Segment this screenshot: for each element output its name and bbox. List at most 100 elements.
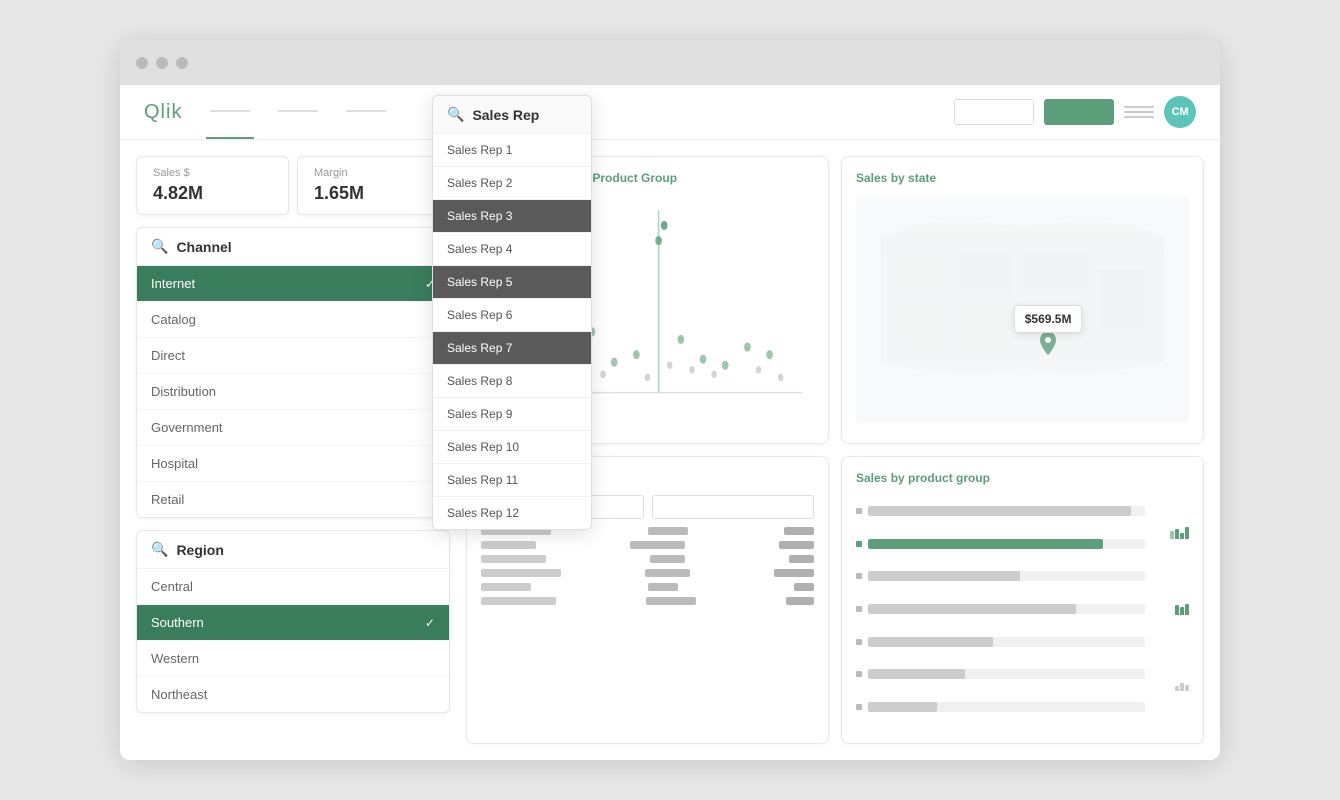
product-area (856, 495, 1189, 723)
region-item-southern[interactable]: Southern ✓ (137, 605, 449, 641)
cust-val-2 (630, 541, 685, 549)
nav-menu-lines (1124, 106, 1154, 118)
channel-item-direct-label: Direct (151, 348, 185, 363)
channel-item-internet[interactable]: Internet ✓ (137, 266, 449, 302)
product-dot-6 (856, 671, 862, 677)
channel-item-catalog-label: Catalog (151, 312, 196, 327)
salesrep-item-9[interactable]: Sales Rep 9 (433, 398, 591, 431)
mini-bars (1149, 495, 1189, 723)
salesrep-item-1[interactable]: Sales Rep 1 (433, 140, 591, 167)
region-item-western[interactable]: Western (137, 641, 449, 677)
cust-name-6 (481, 597, 556, 605)
margin-value: 1.65M (314, 183, 433, 204)
map-chart-card: Sales by state (841, 156, 1204, 444)
map-area: $569.5M (856, 195, 1189, 423)
cust-val2-3 (789, 555, 814, 563)
salesrep-item-4[interactable]: Sales Rep 4 (433, 233, 591, 266)
cust-val-6 (646, 597, 696, 605)
region-item-central-label: Central (151, 579, 193, 594)
product-bar-row-6 (856, 669, 1145, 679)
mini-b-1b (1175, 529, 1179, 539)
channel-item-retail-label: Retail (151, 492, 184, 507)
product-fill-1 (868, 506, 1131, 516)
nav-right: CM (954, 96, 1196, 128)
channel-item-government[interactable]: Government (137, 410, 449, 446)
product-fill-4 (868, 604, 1076, 614)
salesrep-item-12[interactable]: Sales Rep 12 (433, 497, 591, 529)
region-item-central[interactable]: Central (137, 569, 449, 605)
search-icon-channel: 🔍 (151, 238, 168, 255)
channel-filter-header: 🔍 Channel (137, 228, 449, 266)
customer-row-5 (481, 583, 814, 591)
channel-item-direct[interactable]: Direct (137, 338, 449, 374)
nav-tab-1[interactable] (206, 85, 254, 139)
product-bar-row-1 (856, 506, 1145, 516)
salesrep-item-7[interactable]: Sales Rep 7 (433, 332, 591, 365)
mini-b-3b (1180, 683, 1184, 691)
browser-dot-green (176, 57, 188, 69)
product-track-6 (868, 669, 1145, 679)
nav-line-2 (1124, 111, 1154, 113)
browser-dot-yellow (156, 57, 168, 69)
salesrep-item-2[interactable]: Sales Rep 2 (433, 167, 591, 200)
cust-val-3 (650, 555, 685, 563)
channel-item-internet-label: Internet (151, 276, 195, 291)
salesrep-item-11[interactable]: Sales Rep 11 (433, 464, 591, 497)
salesrep-panel: 🔍 Sales Rep Sales Rep 1 Sales Rep 2 Sale… (432, 140, 592, 530)
region-filter-header: 🔍 Region (137, 531, 449, 569)
map-tooltip: $569.5M (1014, 305, 1083, 333)
product-track-5 (868, 637, 1145, 647)
cust-name-5 (481, 583, 531, 591)
cust-name-4 (481, 569, 561, 577)
salesrep-item-6[interactable]: Sales Rep 6 (433, 299, 591, 332)
app-container: Qlik CM (120, 85, 1220, 760)
salesrep-item-3[interactable]: Sales Rep 3 (433, 200, 591, 233)
cust-name-3 (481, 555, 546, 563)
main-content: Sales $ 4.82M Margin 1.65M 🔍 Channel (120, 140, 1220, 760)
customer-filter-box-2[interactable] (652, 495, 815, 519)
margin-card: Margin 1.65M (297, 156, 450, 215)
mini-b-3a (1175, 686, 1179, 691)
product-fill-6 (868, 669, 965, 679)
cust-val2-6 (786, 597, 814, 605)
salesrep-item-10[interactable]: Sales Rep 10 (433, 431, 591, 464)
product-bar-row-3 (856, 571, 1145, 581)
summary-cards: Sales $ 4.82M Margin 1.65M (136, 156, 450, 215)
top-nav: Qlik CM (120, 85, 1220, 140)
region-item-southern-check: ✓ (425, 616, 435, 630)
search-icon-region: 🔍 (151, 541, 168, 558)
product-bar-row-2 (856, 539, 1145, 549)
product-track-4 (868, 604, 1145, 614)
nav-tab-2[interactable] (274, 85, 322, 139)
mini-bar-row-3 (1175, 679, 1189, 691)
user-avatar[interactable]: CM (1164, 96, 1196, 128)
product-chart-title: Sales by product group (856, 471, 1189, 485)
app-logo: Qlik (144, 101, 182, 124)
product-track-2 (868, 539, 1145, 549)
product-dot-7 (856, 704, 862, 710)
mini-b-2c (1185, 604, 1189, 615)
mini-b-1c (1180, 533, 1184, 539)
nav-green-button[interactable] (1044, 99, 1114, 125)
channel-item-catalog[interactable]: Catalog (137, 302, 449, 338)
salesrep-item-5[interactable]: Sales Rep 5 (433, 266, 591, 299)
product-fill-3 (868, 571, 1020, 581)
channel-item-distribution[interactable]: Distribution (137, 374, 449, 410)
channel-item-hospital[interactable]: Hospital (137, 446, 449, 482)
sales-card: Sales $ 4.82M (136, 156, 289, 215)
product-bar-row-7 (856, 702, 1145, 712)
nav-search-box[interactable] (954, 99, 1034, 125)
region-item-northeast[interactable]: Northeast (137, 677, 449, 712)
nav-tab-3[interactable] (342, 85, 390, 139)
product-fill-5 (868, 637, 993, 647)
mini-bar-row-2 (1175, 603, 1189, 615)
customer-row-3 (481, 555, 814, 563)
cust-val-4 (645, 569, 690, 577)
product-fill-2 (868, 539, 1103, 549)
product-chart-card: Sales by product group (841, 456, 1204, 744)
cust-name-2 (481, 541, 536, 549)
salesrep-item-8[interactable]: Sales Rep 8 (433, 365, 591, 398)
channel-item-retail[interactable]: Retail (137, 482, 449, 517)
nav-line-3 (1124, 116, 1154, 118)
region-filter-box: 🔍 Region Central Southern ✓ Western Nor (136, 530, 450, 713)
